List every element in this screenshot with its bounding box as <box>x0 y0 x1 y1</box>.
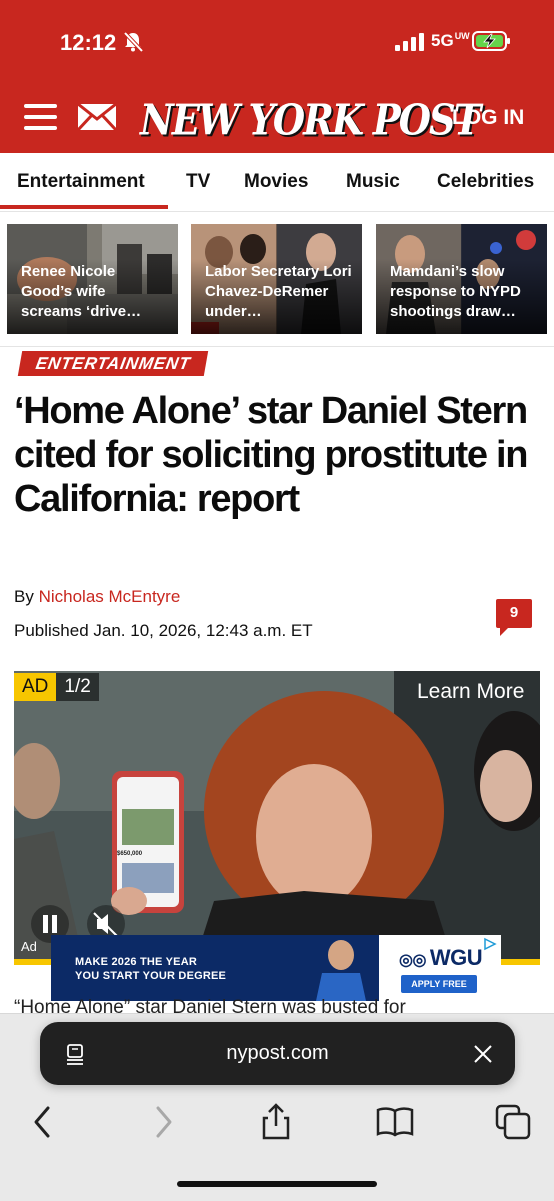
login-button[interactable]: LOG IN <box>452 106 524 130</box>
banner-ad[interactable]: MAKE 2026 THE YEAR YOU START YOUR DEGREE… <box>51 935 501 1001</box>
address-bar[interactable]: nypost.com <box>40 1022 515 1085</box>
teaser-title: Mamdani’s slow response to NYPD shooting… <box>390 263 521 320</box>
status-time: 12:12 <box>60 30 117 55</box>
published-date: Published Jan. 10, 2026, 12:43 a.m. ET <box>14 621 313 640</box>
teaser-card[interactable]: Labor Secretary Lori Chavez-DeRemer unde… <box>191 224 362 334</box>
close-icon[interactable] <box>473 1044 493 1064</box>
back-icon[interactable] <box>24 1102 64 1142</box>
learn-more-link[interactable]: Learn More <box>417 680 524 704</box>
author-link[interactable]: Nicholas McEntyre <box>39 587 181 606</box>
ad-badge: AD 1/2 <box>14 673 99 701</box>
ad-counter: 1/2 <box>56 673 99 701</box>
ad-small-label: Ad <box>21 939 37 954</box>
silent-bell-icon <box>123 31 144 53</box>
nav-tab-celebrities[interactable]: Celebrities <box>437 171 534 193</box>
nav-tab-music[interactable]: Music <box>346 171 400 193</box>
ad-video-frame <box>14 671 540 964</box>
ad-label: AD <box>14 673 57 701</box>
banner-text: MAKE 2026 THE YEAR YOU START YOUR DEGREE <box>75 956 227 982</box>
teaser-title: Renee Nicole Good’s wife screams ‘drive… <box>21 263 142 320</box>
teaser-title: Labor Secretary Lori Chavez-DeRemer unde… <box>205 263 352 320</box>
tabs-icon[interactable] <box>493 1102 533 1142</box>
banner-brand-area: ◎◎ WGU APPLY FREE <box>379 935 501 1001</box>
section-tag[interactable]: ENTERTAINMENT <box>17 351 209 376</box>
menu-icon[interactable] <box>24 104 57 130</box>
nav-tab-tv[interactable]: TV <box>186 171 210 193</box>
home-indicator <box>177 1181 377 1187</box>
active-tab-indicator <box>0 205 168 209</box>
network-type: 5GUW <box>431 31 470 50</box>
wgu-logo: ◎◎ WGU <box>399 945 483 970</box>
nav-tab-movies[interactable]: Movies <box>244 171 308 193</box>
byline-prefix: By <box>14 587 34 606</box>
battery-charging-icon <box>472 31 510 51</box>
nav-tab-entertainment[interactable]: Entertainment <box>17 171 145 193</box>
comment-count-button[interactable]: 9 <box>496 599 532 636</box>
banner-person-photo <box>316 940 366 1001</box>
phone-price-text: $650,000 <box>117 851 143 857</box>
apply-free-button[interactable]: APPLY FREE <box>401 975 477 993</box>
byline: By Nicholas McEntyre <box>14 587 180 607</box>
divider <box>0 346 554 347</box>
adchoices-icon[interactable] <box>483 937 497 951</box>
signal-bars-icon <box>395 33 424 51</box>
url-text: nypost.com <box>226 1042 329 1064</box>
bookmarks-icon[interactable] <box>375 1102 415 1142</box>
share-icon[interactable] <box>256 1102 296 1142</box>
article-headline: ‘Home Alone’ star Daniel Stern cited for… <box>14 390 528 520</box>
site-logo[interactable]: NEW YORK POST <box>140 94 481 145</box>
teaser-card[interactable]: Renee Nicole Good’s wife screams ‘drive… <box>7 224 178 334</box>
newsletter-mail-icon[interactable] <box>77 103 117 131</box>
video-ad[interactable]: Ad $650,000 <box>14 671 540 964</box>
forward-icon[interactable] <box>142 1102 182 1142</box>
teaser-card[interactable]: Mamdani’s slow response to NYPD shooting… <box>376 224 547 334</box>
